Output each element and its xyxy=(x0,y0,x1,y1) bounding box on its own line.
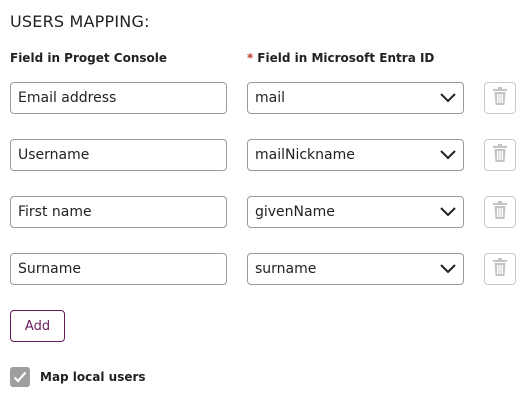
delete-mapping-button[interactable] xyxy=(484,139,516,171)
mapping-row: mail xyxy=(0,82,526,114)
trash-icon xyxy=(492,201,508,223)
console-field-input[interactable] xyxy=(10,253,227,285)
entra-field-value: surname xyxy=(255,261,317,277)
console-field-header: Field in Proget Console xyxy=(10,51,167,65)
entra-field-select[interactable]: mailNickname xyxy=(247,139,464,171)
console-field-input[interactable] xyxy=(10,82,227,114)
trash-icon xyxy=(492,258,508,280)
delete-mapping-button[interactable] xyxy=(484,253,516,285)
trash-icon xyxy=(492,144,508,166)
chevron-down-icon xyxy=(440,263,456,275)
delete-mapping-button[interactable] xyxy=(484,196,516,228)
map-local-users-checkbox[interactable] xyxy=(10,367,30,387)
entra-field-select[interactable]: givenName xyxy=(247,196,464,228)
check-icon xyxy=(13,368,27,387)
chevron-down-icon xyxy=(440,206,456,218)
chevron-down-icon xyxy=(440,149,456,161)
mapping-row: mailNickname xyxy=(0,139,526,171)
mapping-row: surname xyxy=(0,253,526,285)
chevron-down-icon xyxy=(440,92,456,104)
map-local-users-label: Map local users xyxy=(40,370,146,384)
entra-field-select[interactable]: mail xyxy=(247,82,464,114)
entra-field-value: givenName xyxy=(255,204,335,220)
add-mapping-button[interactable]: Add xyxy=(10,310,65,342)
mapping-row: givenName xyxy=(0,196,526,228)
entra-field-select[interactable]: surname xyxy=(247,253,464,285)
console-field-input[interactable] xyxy=(10,139,227,171)
console-field-input[interactable] xyxy=(10,196,227,228)
delete-mapping-button[interactable] xyxy=(484,82,516,114)
trash-icon xyxy=(492,87,508,109)
required-marker: * xyxy=(247,51,254,65)
section-title: USERS MAPPING: xyxy=(10,12,150,31)
entra-field-header: * Field in Microsoft Entra ID xyxy=(247,51,434,65)
entra-field-header-label: Field in Microsoft Entra ID xyxy=(257,51,435,65)
entra-field-value: mailNickname xyxy=(255,147,355,163)
entra-field-value: mail xyxy=(255,90,285,106)
map-local-users-option: Map local users xyxy=(10,367,146,387)
